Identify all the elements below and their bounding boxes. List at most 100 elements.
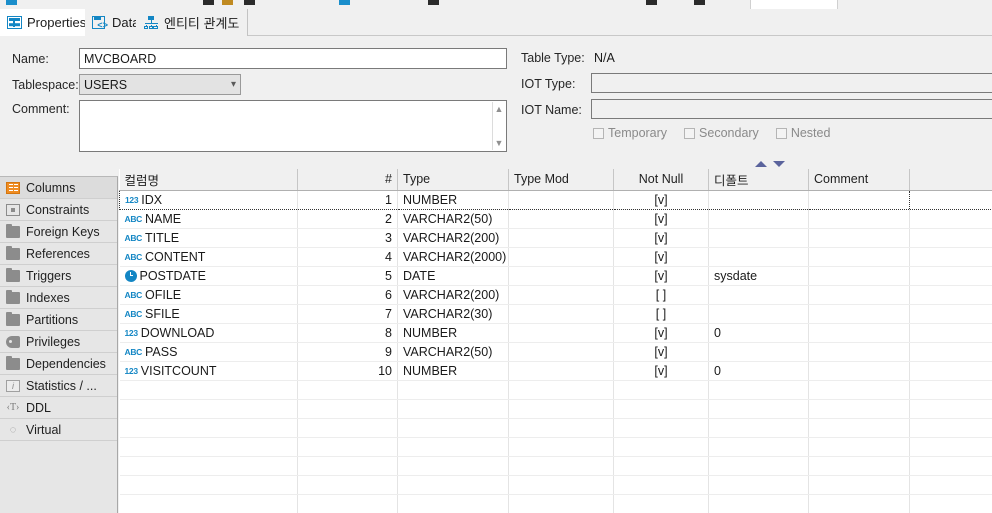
column-header-3[interactable]: Type [397,169,509,191]
cell-not-null[interactable]: [v] [613,361,709,381]
cell-type-mod[interactable] [508,228,614,248]
cell-comment[interactable] [808,323,910,343]
empty-table-row[interactable] [119,437,992,457]
cell-type-mod[interactable] [508,304,614,324]
cell-not-null[interactable]: [v] [613,189,709,210]
empty-cell[interactable] [613,456,709,476]
empty-cell[interactable] [119,475,298,495]
cell-index[interactable]: 7 [297,304,398,324]
cell-column-name[interactable]: ABC SFILE [119,304,298,324]
commit-icon[interactable] [244,0,255,5]
empty-table-row[interactable] [119,456,992,476]
cell-type-mod[interactable] [508,189,614,210]
empty-cell[interactable] [397,494,509,513]
cell-default[interactable] [708,285,809,305]
table-row[interactable]: ABC PASS 9 VARCHAR2(50) [v] [119,342,992,362]
empty-cell[interactable] [119,494,298,513]
table-row[interactable]: 123 VISITCOUNT 10 NUMBER [v] 0 [119,361,992,381]
sort-descending-icon[interactable] [773,161,785,167]
empty-cell[interactable] [508,437,614,457]
column-header-1[interactable]: 컬럼명 [119,169,298,191]
sidebar-item-virtual[interactable]: ◌ Virtual [0,419,117,441]
empty-cell[interactable] [708,437,809,457]
empty-cell[interactable] [397,437,509,457]
sql-icon[interactable] [203,0,214,5]
cell-not-null[interactable]: [v] [613,323,709,343]
sidebar-item-ddl[interactable]: ‹T› DDL [0,397,117,419]
cell-column-name[interactable]: 123 VISITCOUNT [119,361,298,381]
cell-default[interactable] [708,228,809,248]
table-row[interactable]: 123 DOWNLOAD 8 NUMBER [v] 0 [119,323,992,343]
cell-type[interactable]: VARCHAR2(50) [397,342,509,362]
empty-cell[interactable] [119,399,298,419]
cell-default[interactable]: 0 [708,361,809,381]
cell-column-name[interactable]: ABC OFILE [119,285,298,305]
empty-cell[interactable] [708,475,809,495]
cell-type[interactable]: NUMBER [397,189,509,210]
empty-cell[interactable] [909,380,992,400]
cell-not-null[interactable]: [v] [613,209,709,229]
cell-type[interactable]: VARCHAR2(2000) [397,247,509,267]
cell-comment[interactable] [808,247,910,267]
sidebar-item-statistics[interactable]: i Statistics / ... [0,375,117,397]
table-row[interactable]: ABC CONTENT 4 VARCHAR2(2000) [v] [119,247,992,267]
grid-icon[interactable] [646,0,657,5]
empty-cell[interactable] [397,475,509,495]
cell-not-null[interactable]: [v] [613,342,709,362]
cell-type-mod[interactable] [508,247,614,267]
cell-comment[interactable] [808,342,910,362]
column-header-4[interactable]: Type Mod [508,169,614,191]
empty-cell[interactable] [297,380,398,400]
empty-cell[interactable] [297,475,398,495]
cell-not-null[interactable]: [v] [613,228,709,248]
empty-cell[interactable] [909,418,992,438]
empty-cell[interactable] [119,437,298,457]
empty-cell[interactable] [508,380,614,400]
empty-table-row[interactable] [119,418,992,438]
cell-type-mod[interactable] [508,342,614,362]
sidebar-item-triggers[interactable]: Triggers [0,265,117,287]
cell-column-name[interactable]: ABC TITLE [119,228,298,248]
empty-cell[interactable] [613,399,709,419]
empty-cell[interactable] [119,456,298,476]
table-row[interactable]: 123 IDX 1 NUMBER [v] [119,189,992,210]
empty-cell[interactable] [909,437,992,457]
empty-cell[interactable] [808,475,910,495]
cell-comment[interactable] [808,285,910,305]
cell-column-name[interactable]: 123 IDX [119,189,298,210]
cell-default[interactable]: sysdate [708,266,809,286]
cell-not-null[interactable]: [ ] [613,285,709,305]
checkbox-temporary[interactable]: Temporary [593,126,667,140]
cell-index[interactable]: 2 [297,209,398,229]
comment-scrollbar[interactable]: ▲ ▼ [492,102,505,150]
empty-cell[interactable] [397,456,509,476]
empty-cell[interactable] [613,418,709,438]
cell-type[interactable]: DATE [397,266,509,286]
sidebar-item-references[interactable]: References [0,243,117,265]
cell-column-name[interactable]: 123 DOWNLOAD [119,323,298,343]
cell-comment[interactable] [808,209,910,229]
cell-comment[interactable] [808,361,910,381]
empty-cell[interactable] [397,399,509,419]
empty-cell[interactable] [613,475,709,495]
empty-cell[interactable] [909,494,992,513]
cell-type-mod[interactable] [508,266,614,286]
cell-type[interactable]: NUMBER [397,361,509,381]
empty-cell[interactable] [508,456,614,476]
cell-default[interactable] [708,342,809,362]
empty-cell[interactable] [808,437,910,457]
empty-table-row[interactable] [119,380,992,400]
table-row[interactable]: ABC TITLE 3 VARCHAR2(200) [v] [119,228,992,248]
cell-type[interactable]: VARCHAR2(200) [397,285,509,305]
cell-not-null[interactable]: [ ] [613,304,709,324]
column-header-6[interactable]: 디폴트 [708,169,809,191]
table-row[interactable]: ABC SFILE 7 VARCHAR2(30)[ ] [119,304,992,324]
sidebar-item-columns[interactable]: Columns [0,177,117,199]
cell-comment[interactable] [808,189,910,210]
table-row[interactable]: POSTDATE 5 DATE [v] sysdate [119,266,992,286]
active-editor-tab-strip[interactable] [750,0,838,9]
empty-table-row[interactable] [119,475,992,495]
db-connect-icon[interactable] [6,0,17,5]
column-header-5[interactable]: Not Null [613,169,709,191]
empty-cell[interactable] [613,437,709,457]
